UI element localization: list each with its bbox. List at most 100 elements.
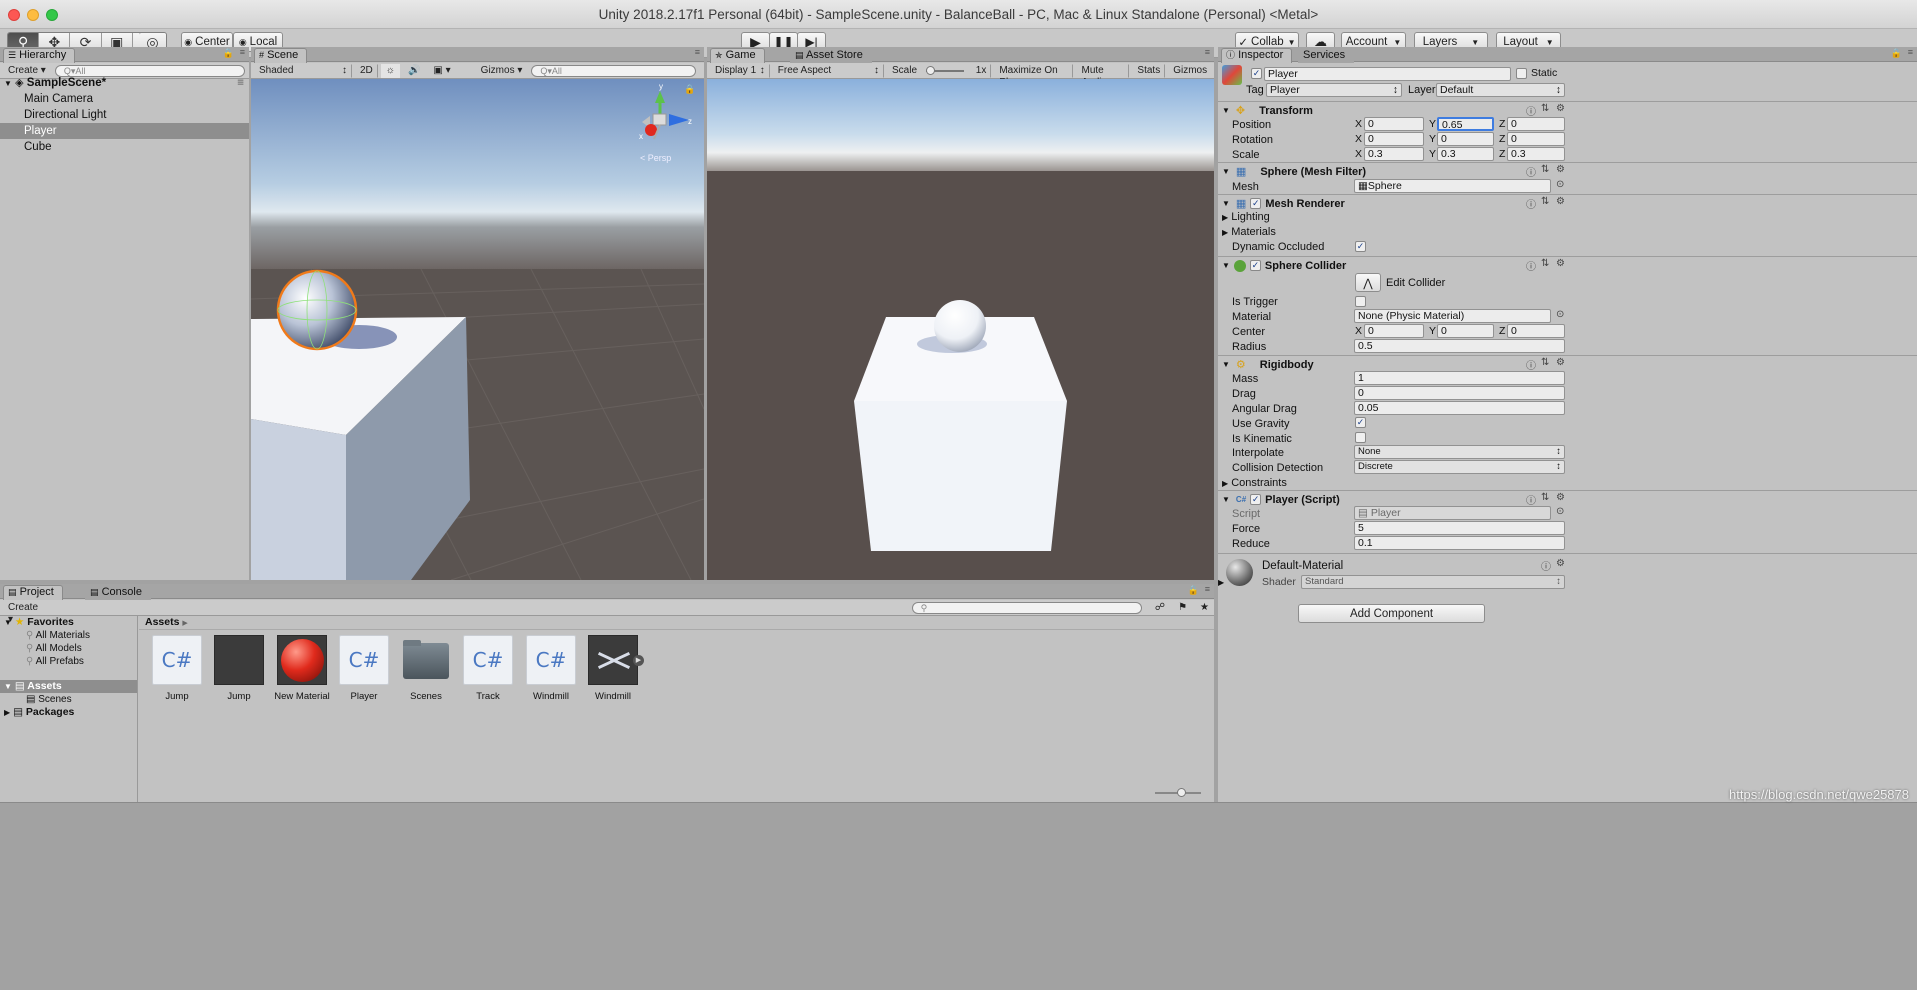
help-icon[interactable]: ⓘ [1526,103,1536,118]
gear-icon[interactable]: ⚙ [1556,558,1565,569]
favorite-all-materials[interactable]: ⚲ All Materials [0,629,137,642]
aspect-dropdown[interactable]: Free Aspect ↕ [773,63,885,78]
script-enabled-checkbox[interactable]: ✓ [1250,494,1262,505]
is-kinematic-checkbox[interactable] [1355,432,1366,443]
shading-mode-dropdown[interactable]: Shaded ↕ [254,63,352,78]
shader-dropdown[interactable]: Standard ↕ [1301,575,1565,589]
help-icon[interactable]: ⓘ [1526,492,1536,507]
materials-foldout[interactable]: ▶ Materials [1222,226,1276,238]
tab-game[interactable]: ✯ Game [710,48,765,63]
lock-icon[interactable]: 🔒 [1891,48,1902,59]
center-y-field[interactable]: 0 [1437,324,1494,338]
projection-label[interactable]: < Persp [640,153,671,163]
scale-slider-thumb[interactable] [926,65,936,75]
active-checkbox[interactable]: ✓ [1251,68,1262,79]
gear-icon[interactable]: ⚙ [1556,196,1565,207]
hierarchy-item-cube[interactable]: Cube [0,139,249,155]
preset-icon[interactable]: ⇅ [1541,357,1549,368]
edit-collider-button[interactable]: ⋀ [1355,273,1381,292]
project-create-dropdown[interactable]: Create ▾ [3,601,49,625]
position-z-field[interactable]: 0 [1507,117,1565,131]
scale-slider[interactable] [926,65,964,75]
preset-icon[interactable]: ⇅ [1541,196,1549,207]
scenes-folder-row[interactable]: ▤ Scenes [0,693,137,706]
mesh-field[interactable]: ▦Sphere [1354,179,1551,193]
favorite-all-models[interactable]: ⚲ All Models [0,642,137,655]
gear-icon[interactable]: ⚙ [1556,164,1565,175]
expand-triangle-icon[interactable]: ▼ [4,79,12,88]
rotation-z-field[interactable]: 0 [1507,132,1565,146]
mute-audio-toggle[interactable]: Mute Audio [1076,63,1130,88]
icon-size-slider[interactable] [1155,788,1201,797]
layer-dropdown[interactable]: Default ↕ [1436,83,1565,97]
icon-size-slider-thumb[interactable] [1177,788,1186,797]
favorite-star-icon[interactable]: ★ [1195,601,1214,615]
foldout-icon[interactable]: ▼ [1222,495,1230,504]
zoom-window-icon[interactable] [46,9,58,21]
2d-toggle[interactable]: 2D [355,63,378,78]
preset-icon[interactable]: ⇅ [1541,164,1549,175]
effects-toggle-icon[interactable]: ▣ ▾ [428,64,455,78]
game-viewport[interactable] [707,79,1214,580]
rotation-x-field[interactable]: 0 [1364,132,1424,146]
mesh-filter-header[interactable]: ▼ ▦ Sphere (Mesh Filter) [1218,162,1917,180]
hierarchy-item-player[interactable]: Player [0,123,249,139]
transform-header[interactable]: ▼ ✥ Transform [1218,101,1917,119]
asset-item[interactable]: C# Player [334,635,394,702]
assets-folder-row[interactable]: ▼ ▤ Assets [0,680,137,693]
collision-detection-dropdown[interactable]: Discrete ↕ [1354,460,1565,474]
tab-services[interactable]: Services [1298,48,1355,63]
mesh-renderer-header[interactable]: ▼ ▦ ✓ Mesh Renderer [1218,194,1917,212]
favorite-all-prefabs[interactable]: ⚲ All Prefabs [0,655,137,668]
gear-icon[interactable]: ⚙ [1556,258,1565,269]
sphere-collider-enabled-checkbox[interactable]: ✓ [1249,260,1261,271]
filter-type-icon[interactable]: ☍ [1150,601,1170,615]
help-icon[interactable]: ⓘ [1526,258,1536,273]
preset-icon[interactable]: ⇅ [1541,492,1549,503]
angular-drag-field[interactable]: 0.05 [1354,401,1565,415]
scale-z-field[interactable]: 0.3 [1507,147,1565,161]
asset-item[interactable]: Jump [209,635,269,702]
radius-field[interactable]: 0.5 [1354,339,1565,353]
asset-item[interactable]: Scenes [396,635,456,702]
panel-menu-icon[interactable]: ≡ [240,47,245,57]
asset-item[interactable]: C# Windmill [521,635,581,702]
foldout-icon[interactable]: ▼ [1222,261,1230,270]
lighting-foldout[interactable]: ▶ Lighting [1222,211,1270,223]
lock-icon[interactable]: 🔒 [1188,585,1199,596]
help-icon[interactable]: ⓘ [1526,357,1536,372]
tab-hierarchy[interactable]: ☰ Hierarchy [3,48,76,63]
game-gizmos-dropdown[interactable]: Gizmos ▾ [1168,64,1214,88]
scale-y-field[interactable]: 0.3 [1437,147,1494,161]
use-gravity-checkbox[interactable]: ✓ [1355,417,1366,428]
filter-label-icon[interactable]: ⚑ [1173,601,1192,615]
player-script-header[interactable]: ▼ C# ✓ Player (Script) [1218,490,1917,508]
lighting-toggle-icon[interactable]: ☼ [380,63,400,78]
preset-icon[interactable]: ⇅ [1541,258,1549,269]
reduce-field[interactable]: 0.1 [1354,536,1565,550]
interpolate-dropdown[interactable]: None ↕ [1354,445,1565,459]
rigidbody-header[interactable]: ▼ ⚙ Rigidbody [1218,355,1917,373]
tab-scene[interactable]: # Scene [254,48,308,63]
packages-folder-row[interactable]: ▶ ▤ Packages [0,706,137,719]
favorites-row[interactable]: ▼ ★ Favorites [0,616,137,629]
help-icon[interactable]: ⓘ [1526,196,1536,211]
scale-x-field[interactable]: 0.3 [1364,147,1424,161]
force-field[interactable]: 5 [1354,521,1565,535]
player-sphere-selected[interactable] [276,269,358,351]
is-trigger-checkbox[interactable] [1355,296,1366,307]
asset-item[interactable]: New Material [272,635,332,702]
panel-menu-icon[interactable]: ≡ [695,47,700,57]
foldout-icon[interactable]: ▼ [1222,199,1230,208]
panel-menu-icon[interactable]: ≡ [1205,584,1210,594]
hierarchy-item-main-camera[interactable]: Main Camera [0,91,249,107]
mass-field[interactable]: 1 [1354,371,1565,385]
gear-icon[interactable]: ⚙ [1556,103,1565,114]
scene-menu-icon[interactable]: ≡ [237,75,244,91]
stats-toggle[interactable]: Stats [1132,63,1166,78]
foldout-icon[interactable]: ▶ [1218,578,1224,587]
gear-icon[interactable]: ⚙ [1556,357,1565,368]
panel-menu-icon[interactable]: ≡ [1908,47,1913,57]
position-y-field[interactable]: 0.65 [1437,117,1494,131]
gear-icon[interactable]: ⚙ [1556,492,1565,503]
